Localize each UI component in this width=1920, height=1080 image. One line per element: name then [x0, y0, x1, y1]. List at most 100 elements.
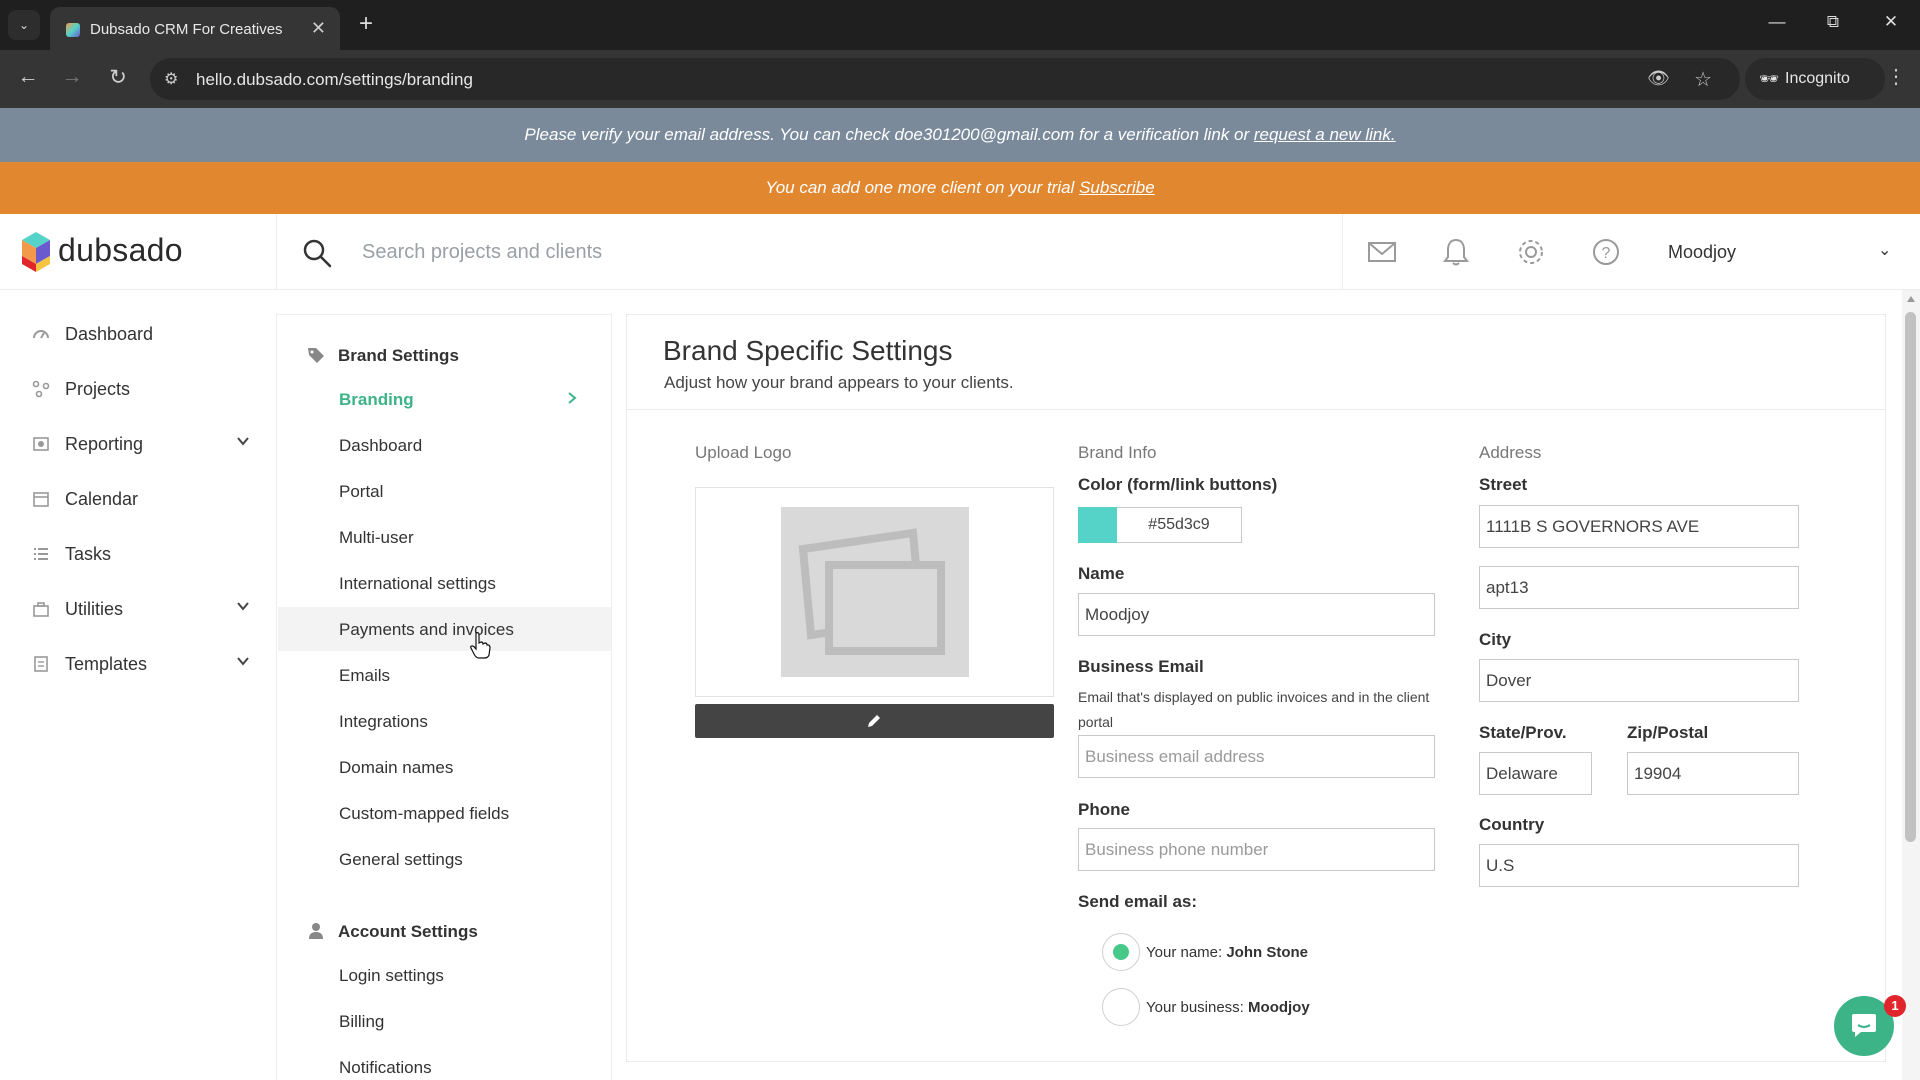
send-as-business-text[interactable]: Your business: Moodjoy [1146, 999, 1310, 1016]
chevron-down-icon[interactable] [236, 434, 250, 448]
settings-item-integrations[interactable]: Integrations [278, 699, 611, 743]
nav-label: Templates [65, 654, 148, 674]
state-label: State/Prov. [1479, 723, 1567, 742]
user-menu-name[interactable]: Moodjoy [1668, 242, 1736, 263]
brand-info-label: Brand Info [1078, 443, 1157, 462]
settings-item-notifications[interactable]: Notifications [278, 1045, 611, 1080]
settings-item-login-settings[interactable]: Login settings [278, 953, 611, 997]
help-icon[interactable]: ? [1590, 236, 1622, 268]
header-divider [276, 214, 277, 290]
radio-selected-dot [1113, 944, 1129, 960]
settings-item-international[interactable]: International settings [278, 561, 611, 605]
send-as-business-radio[interactable] [1102, 988, 1140, 1026]
nav-item-calendar[interactable]: Calendar [30, 485, 250, 515]
site-info-icon[interactable]: ⚙ [164, 69, 178, 89]
search-icon[interactable] [302, 238, 332, 268]
send-as-business-prefix: Your business: [1146, 999, 1244, 1016]
verify-email-banner: Please verify your email address. You ca… [0, 108, 1920, 162]
zip-label: Zip/Postal [1627, 723, 1709, 742]
chevron-down-icon[interactable] [236, 654, 250, 668]
settings-item-custom-mapped-fields[interactable]: Custom-mapped fields [278, 791, 611, 835]
page-subtitle: Adjust how your brand appears to your cl… [664, 373, 1014, 392]
business-email-input[interactable] [1078, 735, 1435, 778]
nav-item-utilities[interactable]: Utilities [30, 595, 250, 625]
projects-icon [32, 380, 50, 398]
address-bar[interactable]: ⚙ hello.dubsado.com/settings/branding 👁 … [150, 58, 1740, 100]
settings-item-label: Integrations [339, 712, 428, 731]
browser-menu-icon[interactable]: ⋮ [1884, 64, 1908, 89]
nav-item-reporting[interactable]: Reporting [30, 430, 250, 460]
send-as-name-radio[interactable] [1102, 933, 1140, 971]
settings-menu: Brand Settings Branding Dashboard Portal… [276, 314, 612, 1080]
trial-banner: You can add one more client on your tria… [0, 162, 1920, 214]
business-email-label: Business Email [1078, 657, 1204, 676]
nav-item-dashboard[interactable]: Dashboard [30, 320, 250, 350]
back-button[interactable]: ← [14, 65, 42, 89]
settings-item-multi-user[interactable]: Multi-user [278, 515, 611, 559]
settings-item-billing[interactable]: Billing [278, 999, 611, 1043]
business-email-help: Email that's displayed on public invoice… [1078, 689, 1430, 730]
browser-tab[interactable]: Dubsado CRM For Creatives ✕ [50, 7, 340, 50]
settings-item-general-settings[interactable]: General settings [278, 837, 611, 881]
left-nav: Dashboard Projects Reporting Calendar Ta… [0, 290, 276, 1080]
search-input[interactable] [362, 234, 1322, 270]
tab-close-icon[interactable]: ✕ [311, 18, 326, 39]
close-window-button[interactable]: ✕ [1876, 12, 1906, 32]
nav-item-tasks[interactable]: Tasks [30, 540, 250, 570]
street-line2-input[interactable] [1479, 566, 1799, 609]
forward-button[interactable]: → [58, 65, 86, 89]
state-input[interactable] [1479, 752, 1592, 795]
scroll-up-icon[interactable] [1907, 296, 1915, 302]
chevron-down-icon[interactable] [236, 599, 250, 613]
send-as-business-value: Moodjoy [1248, 999, 1310, 1016]
settings-item-domain-names[interactable]: Domain names [278, 745, 611, 789]
chevron-down-icon[interactable]: ⌄ [1878, 240, 1891, 260]
tab-title: Dubsado CRM For Creatives [90, 21, 283, 38]
city-input[interactable] [1479, 659, 1799, 702]
mail-icon[interactable] [1366, 236, 1398, 268]
nav-item-templates[interactable]: Templates [30, 650, 250, 680]
dubsado-favicon-icon [66, 23, 80, 37]
subscribe-link[interactable]: Subscribe [1079, 178, 1155, 197]
send-as-name-text[interactable]: Your name: John Stone [1146, 944, 1308, 961]
settings-item-portal[interactable]: Portal [278, 469, 611, 513]
edit-logo-button[interactable] [695, 704, 1054, 738]
settings-item-branding[interactable]: Branding [278, 377, 611, 421]
brand-color-swatch[interactable] [1078, 507, 1117, 543]
nav-label: Dashboard [65, 324, 154, 344]
new-tab-button[interactable]: + [352, 10, 380, 38]
restore-button[interactable]: ⧉ [1818, 12, 1848, 32]
chat-icon [1852, 1014, 1876, 1037]
page-scrollbar[interactable] [1902, 290, 1920, 1080]
pencil-icon [868, 715, 880, 727]
eye-off-icon[interactable]: 👁 [1647, 68, 1670, 89]
nav-label: Utilities [65, 599, 124, 619]
minimize-button[interactable]: — [1762, 12, 1792, 32]
nav-item-projects[interactable]: Projects [30, 375, 250, 405]
logo-text: dubsado [58, 232, 183, 268]
settings-item-payments-invoices[interactable]: Payments and invoices [278, 607, 611, 651]
settings-item-dashboard[interactable]: Dashboard [278, 423, 611, 467]
url-text[interactable]: hello.dubsado.com/settings/branding [196, 70, 473, 90]
upload-logo-label: Upload Logo [695, 443, 792, 462]
trial-text: You can add one more client on your tria… [765, 178, 1075, 197]
street-input[interactable] [1479, 505, 1799, 548]
settings-item-emails[interactable]: Emails [278, 653, 611, 697]
gear-icon[interactable] [1515, 236, 1547, 268]
reporting-icon [33, 437, 49, 451]
reload-button[interactable]: ↻ [104, 65, 132, 90]
app-header: dubsado ? Moodjoy ⌄ [0, 214, 1920, 290]
incognito-indicator[interactable]: 🕶 Incognito [1745, 58, 1885, 100]
brand-color-hex-input[interactable]: #55d3c9 [1117, 507, 1242, 543]
bookmark-star-icon[interactable]: ☆ [1694, 67, 1712, 92]
business-phone-input[interactable] [1078, 828, 1435, 871]
zip-input[interactable] [1627, 752, 1799, 795]
logo-upload-area[interactable] [695, 487, 1054, 697]
request-new-link[interactable]: request a new link. [1254, 125, 1396, 144]
brand-name-input[interactable] [1078, 593, 1435, 636]
tab-search-dropdown[interactable]: ⌄ [8, 10, 40, 40]
bell-icon[interactable] [1440, 236, 1472, 268]
page-title: Brand Specific Settings [663, 335, 953, 366]
country-input[interactable] [1479, 844, 1799, 887]
scrollbar-thumb[interactable] [1905, 312, 1916, 842]
